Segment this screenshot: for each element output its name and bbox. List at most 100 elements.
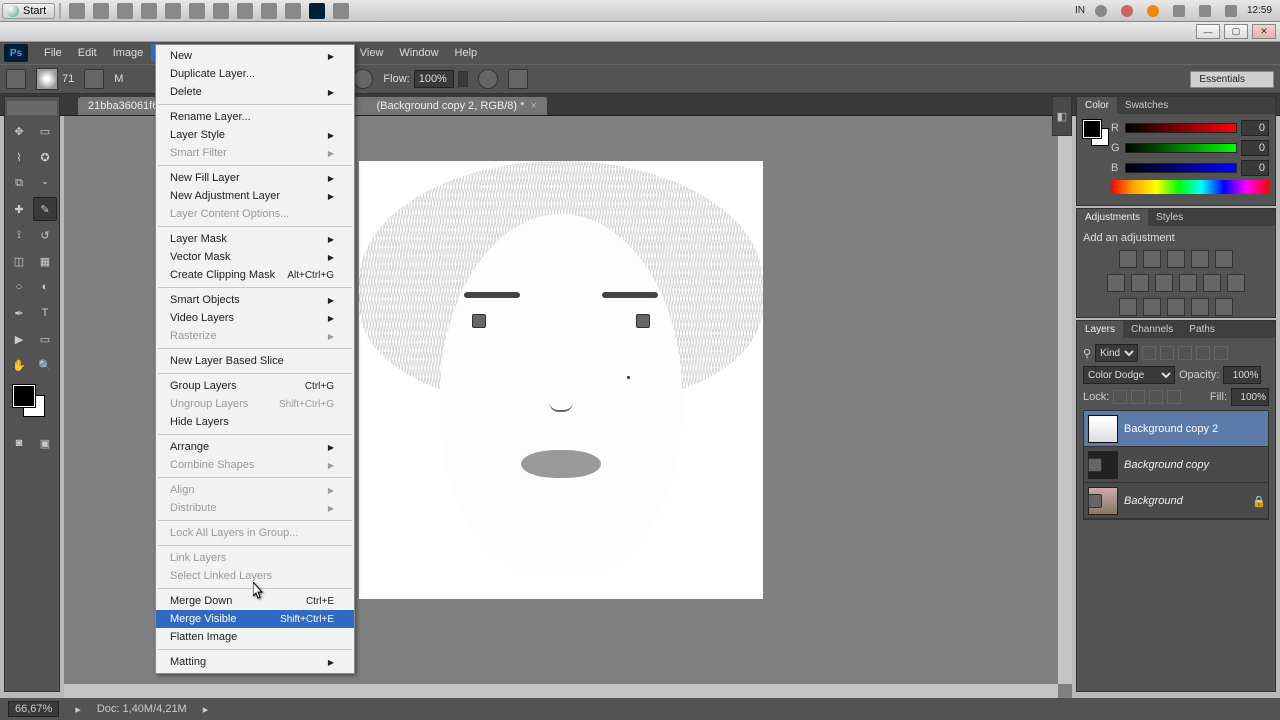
- menu-image[interactable]: Image: [105, 44, 152, 62]
- visibility-toggle-icon[interactable]: [1088, 494, 1102, 508]
- taskbar-app-icon[interactable]: [261, 3, 277, 19]
- bw-adj-icon[interactable]: [1155, 274, 1173, 292]
- menu-item-new-adjustment-layer[interactable]: New Adjustment Layer▶: [156, 187, 354, 205]
- taskbar-app-icon[interactable]: [285, 3, 301, 19]
- brush-tool[interactable]: ✎: [33, 197, 57, 221]
- photoshop-logo-icon[interactable]: Ps: [4, 44, 28, 62]
- color-lookup-adj-icon[interactable]: [1227, 274, 1245, 292]
- taskbar-app-icon[interactable]: [237, 3, 253, 19]
- layer-name-label[interactable]: Background: [1124, 495, 1246, 507]
- menu-item-video-layers[interactable]: Video Layers▶: [156, 309, 354, 327]
- menu-item-group-layers[interactable]: Group LayersCtrl+G: [156, 377, 354, 395]
- filter-smart-icon[interactable]: [1214, 346, 1228, 360]
- lasso-tool[interactable]: ⌇: [7, 145, 31, 169]
- toolbox-grip[interactable]: [7, 101, 57, 115]
- move-tool[interactable]: ✥: [7, 119, 31, 143]
- vertical-scrollbar[interactable]: [1058, 116, 1072, 684]
- healing-tool[interactable]: ✚: [7, 197, 31, 221]
- tray-icon[interactable]: [1173, 5, 1185, 17]
- screen-mode-icon[interactable]: ▣: [33, 431, 57, 455]
- quick-select-tool[interactable]: ✪: [33, 145, 57, 169]
- menu-item-layer-style[interactable]: Layer Style▶: [156, 126, 354, 144]
- invert-adj-icon[interactable]: [1119, 298, 1137, 316]
- layer-name-label[interactable]: Background copy 2: [1124, 423, 1264, 435]
- menu-view[interactable]: View: [352, 44, 392, 62]
- filter-adj-icon[interactable]: [1160, 346, 1174, 360]
- document-canvas[interactable]: [359, 161, 763, 599]
- brush-preset[interactable]: 71: [36, 68, 74, 90]
- lock-pixels-icon[interactable]: [1131, 390, 1145, 404]
- quick-mask-icon[interactable]: ◙: [7, 431, 31, 455]
- marquee-tool[interactable]: ▭: [33, 119, 57, 143]
- kind-filter[interactable]: Kind: [1095, 344, 1138, 362]
- taskbar-app-icon[interactable]: [213, 3, 229, 19]
- layer-name-label[interactable]: Background copy: [1124, 459, 1264, 471]
- crop-tool[interactable]: ⧉: [7, 171, 31, 195]
- channel-value-input[interactable]: [1241, 120, 1269, 136]
- hue-adj-icon[interactable]: [1107, 274, 1125, 292]
- gradient-tool[interactable]: ▦: [33, 249, 57, 273]
- airbrush-toggle-icon[interactable]: [478, 69, 498, 89]
- tab-styles[interactable]: Styles: [1148, 209, 1191, 226]
- exposure-adj-icon[interactable]: [1191, 250, 1209, 268]
- taskbar-app-icon[interactable]: [189, 3, 205, 19]
- layer-thumbnail[interactable]: [1088, 415, 1118, 443]
- layer-row[interactable]: Background copy 2: [1084, 411, 1268, 447]
- channel-value-input[interactable]: [1241, 160, 1269, 176]
- horizontal-scrollbar[interactable]: [64, 684, 1058, 698]
- channel-slider[interactable]: [1125, 163, 1237, 173]
- menu-item-merge-down[interactable]: Merge DownCtrl+E: [156, 592, 354, 610]
- color-spectrum[interactable]: [1111, 180, 1269, 194]
- visibility-toggle-icon[interactable]: [1088, 458, 1102, 472]
- clock[interactable]: 12:59: [1247, 5, 1272, 16]
- tray-icon[interactable]: [1147, 5, 1159, 17]
- menu-item-create-clipping-mask[interactable]: Create Clipping MaskAlt+Ctrl+G: [156, 266, 354, 284]
- curves-adj-icon[interactable]: [1167, 250, 1185, 268]
- filter-icon[interactable]: ⚲: [1083, 347, 1091, 360]
- brightness-adj-icon[interactable]: [1119, 250, 1137, 268]
- taskbar-app-icon[interactable]: [141, 3, 157, 19]
- history-brush-tool[interactable]: ↺: [33, 223, 57, 247]
- close-tab-icon[interactable]: ×: [530, 100, 536, 112]
- channel-mixer-adj-icon[interactable]: [1203, 274, 1221, 292]
- tab-layers[interactable]: Layers: [1077, 321, 1123, 338]
- channel-slider[interactable]: [1125, 123, 1237, 133]
- menu-item-merge-visible[interactable]: Merge VisibleShift+Ctrl+E: [156, 610, 354, 628]
- lock-position-icon[interactable]: [1149, 390, 1163, 404]
- shape-tool[interactable]: ▭: [33, 327, 57, 351]
- layer-row[interactable]: Background copy: [1084, 447, 1268, 483]
- zoom-value[interactable]: 66,67%: [8, 701, 59, 717]
- start-button[interactable]: Start: [2, 3, 55, 19]
- dodge-tool[interactable]: ◐: [33, 275, 57, 299]
- opacity-input[interactable]: [1223, 366, 1261, 384]
- tablet-pressure-icon[interactable]: [508, 69, 528, 89]
- tray-icon[interactable]: [1225, 5, 1237, 17]
- menu-item-smart-objects[interactable]: Smart Objects▶: [156, 291, 354, 309]
- tab-paths[interactable]: Paths: [1181, 321, 1223, 338]
- taskbar-photoshop-icon[interactable]: [309, 3, 325, 19]
- foreground-color-swatch[interactable]: [13, 385, 35, 407]
- tab-swatches[interactable]: Swatches: [1117, 97, 1176, 114]
- workspace-selector[interactable]: Essentials: [1190, 71, 1274, 88]
- path-select-tool[interactable]: ▶: [7, 327, 31, 351]
- panel-fg-swatch[interactable]: [1083, 120, 1101, 138]
- eraser-tool[interactable]: ◫: [7, 249, 31, 273]
- eyedropper-tool[interactable]: ⁃: [33, 171, 57, 195]
- collapsed-panel-icon[interactable]: ◧: [1052, 96, 1072, 136]
- flow-dropdown-icon[interactable]: [458, 71, 468, 87]
- channel-value-input[interactable]: [1241, 140, 1269, 156]
- filter-type-icon[interactable]: [1178, 346, 1192, 360]
- zoom-dropdown-icon[interactable]: ▸: [75, 703, 81, 716]
- tray-icon[interactable]: [1121, 5, 1133, 17]
- menu-item-flatten-image[interactable]: Flatten Image: [156, 628, 354, 646]
- stamp-tool[interactable]: ⟟: [7, 223, 31, 247]
- tab-channels[interactable]: Channels: [1123, 321, 1181, 338]
- selective-color-adj-icon[interactable]: [1215, 298, 1233, 316]
- color-balance-adj-icon[interactable]: [1131, 274, 1149, 292]
- menu-file[interactable]: File: [36, 44, 70, 62]
- menu-item-matting[interactable]: Matting▶: [156, 653, 354, 671]
- tab-adjustments[interactable]: Adjustments: [1077, 209, 1148, 226]
- tray-icon[interactable]: [1199, 5, 1211, 17]
- menu-item-new[interactable]: New▶: [156, 47, 354, 65]
- vibrance-adj-icon[interactable]: [1215, 250, 1233, 268]
